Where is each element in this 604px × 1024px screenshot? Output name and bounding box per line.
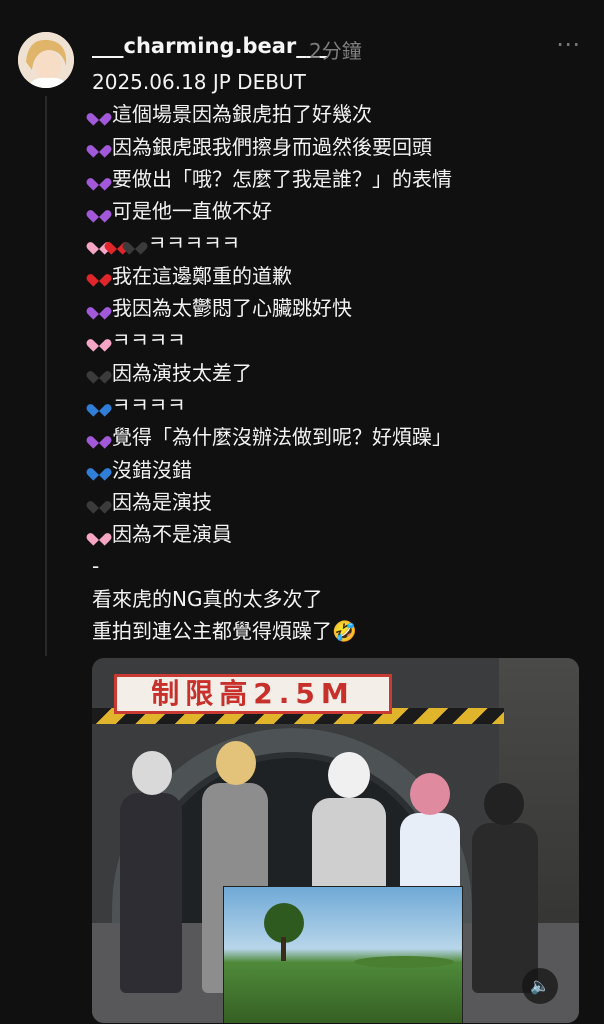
more-icon[interactable]: ⋯ (556, 30, 582, 58)
heart-icons (92, 140, 110, 153)
heart-icons (92, 399, 110, 412)
heart-icons (92, 302, 110, 315)
meadow-scene (264, 903, 454, 968)
post-line-text: 我因為太鬱悶了心臟跳好快 (112, 296, 352, 321)
timestamp: 2分鐘 (309, 39, 362, 63)
post-line-text: 重拍到連公主都覺得煩躁了🤣 (92, 619, 357, 644)
heart-icons (92, 173, 110, 186)
heart-icons (92, 205, 110, 218)
post-line-text: ㅋㅋㅋㅋ (112, 328, 186, 353)
post-line: ㅋㅋㅋㅋ (92, 324, 592, 356)
heart-icons (92, 431, 110, 444)
heart-icons (92, 366, 110, 379)
post-line: ㅋㅋㅋㅋㅋ (92, 227, 592, 259)
post-line: ㅋㅋㅋㅋ (92, 389, 592, 421)
heart-icon (92, 140, 106, 153)
heart-icons (92, 108, 110, 121)
post-line-text: 看來虎的NG真的太多次了 (92, 586, 323, 611)
post-line-text: ㅋㅋㅋㅋㅋ (148, 231, 240, 256)
heart-icons (92, 237, 146, 250)
post-line-text: 因為演技太差了 (112, 360, 252, 385)
heart-icon (92, 173, 106, 186)
post-line: 可是他一直做不好 (92, 195, 592, 227)
heart-icons (92, 334, 110, 347)
video-inset[interactable] (223, 886, 463, 1023)
heart-icon (92, 496, 106, 509)
post-line-text: 這個場景因為銀虎拍了好幾次 (112, 102, 372, 127)
post-line: - (92, 550, 592, 582)
post-line: 重拍到連公主都覺得煩躁了🤣 (92, 615, 592, 647)
post-line-text: 沒錯沒錯 (112, 457, 192, 482)
heart-icon (92, 399, 106, 412)
post-line: 我因為太鬱悶了心臟跳好快 (92, 292, 592, 324)
height-limit-sign: 制限高2.5M (114, 674, 392, 714)
heart-icon (92, 302, 106, 315)
heart-icons (92, 269, 110, 282)
post-line-text: 因為銀虎跟我們擦身而過然後要回頭 (112, 134, 432, 159)
heart-icons (92, 496, 110, 509)
heart-icon (92, 528, 106, 541)
post-line-text: 因為是演技 (112, 489, 212, 514)
post-line-text: 我在這邊鄭重的道歉 (112, 263, 292, 288)
post-line-text: 2025.06.18 JP DEBUT (92, 70, 306, 94)
heart-icons (92, 463, 110, 476)
heart-icon (92, 269, 106, 282)
heart-icon (92, 205, 106, 218)
post-line: 因為銀虎跟我們擦身而過然後要回頭 (92, 131, 592, 163)
heart-icon (92, 108, 106, 121)
username[interactable]: ___charming.bear___ (92, 34, 328, 58)
post-line-text: 覺得「為什麼沒辦法做到呢？好煩躁」 (112, 425, 452, 450)
post-line: 因為是演技 (92, 486, 592, 518)
post-media[interactable]: 制限高2.5M 🔈 (92, 658, 579, 1023)
heart-icon (128, 237, 142, 250)
heart-icon (92, 366, 106, 379)
post-line: 我在這邊鄭重的道歉 (92, 260, 592, 292)
character-5 (472, 783, 538, 993)
post-line-text: ㅋㅋㅋㅋ (112, 392, 186, 417)
post-line-text: - (92, 554, 100, 579)
character-1 (120, 751, 182, 993)
post-line-text: 因為不是演員 (112, 522, 232, 547)
post-line: 因為演技太差了 (92, 357, 592, 389)
post-line: 因為不是演員 (92, 518, 592, 550)
post-line: 要做出「哦？怎麼了我是誰？」的表情 (92, 163, 592, 195)
post-line: 看來虎的NG真的太多次了 (92, 583, 592, 615)
heart-icon (92, 463, 106, 476)
post-text: 2025.06.18 JP DEBUT 這個場景因為銀虎拍了好幾次因為銀虎跟我們擦… (92, 66, 592, 647)
post-line: 沒錯沒錯 (92, 454, 592, 486)
volume-icon[interactable]: 🔈 (522, 968, 558, 1004)
heart-icon (92, 431, 106, 444)
heart-icons (92, 528, 110, 541)
heart-icon (92, 334, 106, 347)
post-line-text: 可是他一直做不好 (112, 199, 272, 224)
thread-line (45, 96, 47, 656)
avatar[interactable] (18, 32, 74, 88)
post-line: 覺得「為什麼沒辦法做到呢？好煩躁」 (92, 421, 592, 453)
avatar-image (18, 32, 74, 88)
post-line: 這個場景因為銀虎拍了好幾次 (92, 98, 592, 130)
post-line-text: 要做出「哦？怎麼了我是誰？」的表情 (112, 166, 452, 191)
post-line: 2025.06.18 JP DEBUT (92, 66, 592, 98)
